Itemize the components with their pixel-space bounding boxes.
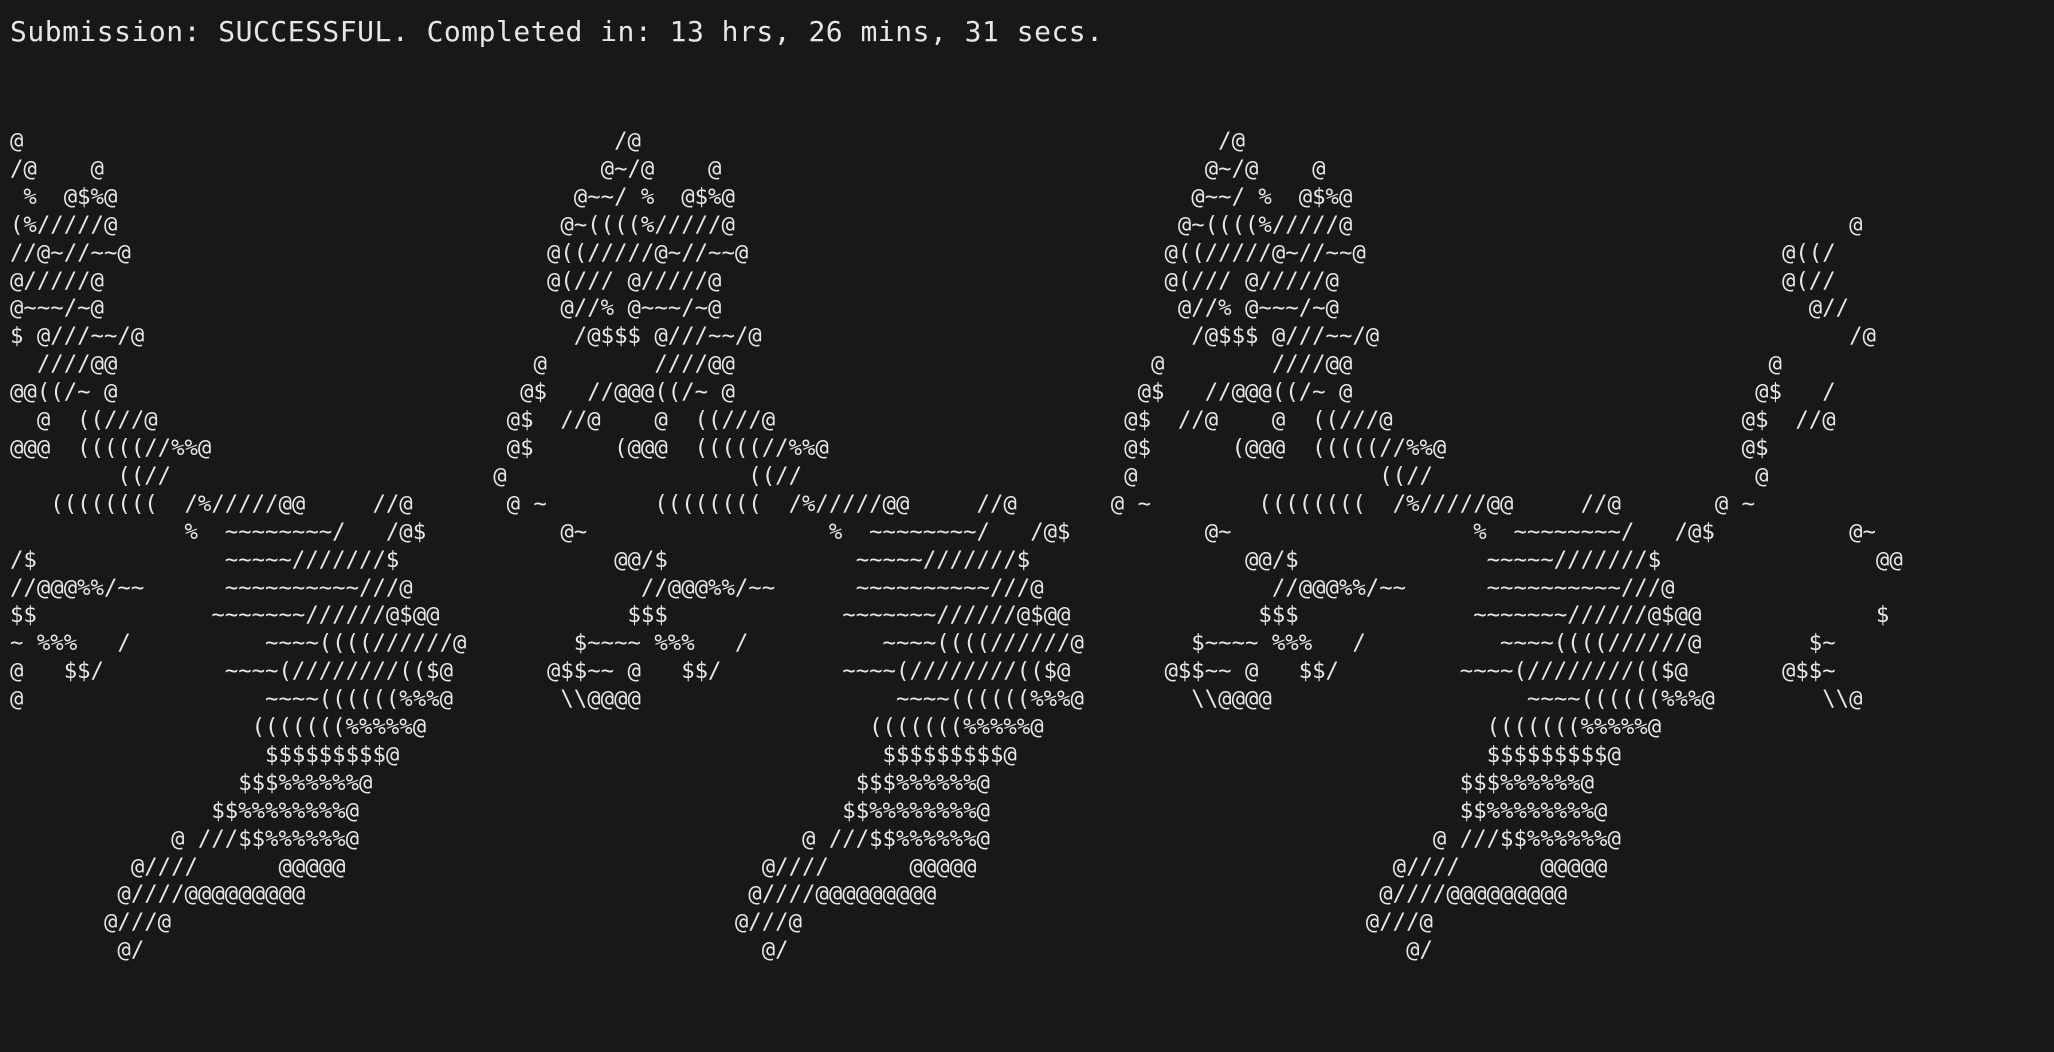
- ascii-art-output: @ /@ /@ /@ @ @~/@ @ @~/@ @ % @$%@ @~~/ %…: [10, 128, 1903, 964]
- submission-status-line: Submission: SUCCESSFUL. Completed in: 13…: [10, 15, 1104, 48]
- terminal-window[interactable]: Submission: SUCCESSFUL. Completed in: 13…: [0, 0, 2054, 1052]
